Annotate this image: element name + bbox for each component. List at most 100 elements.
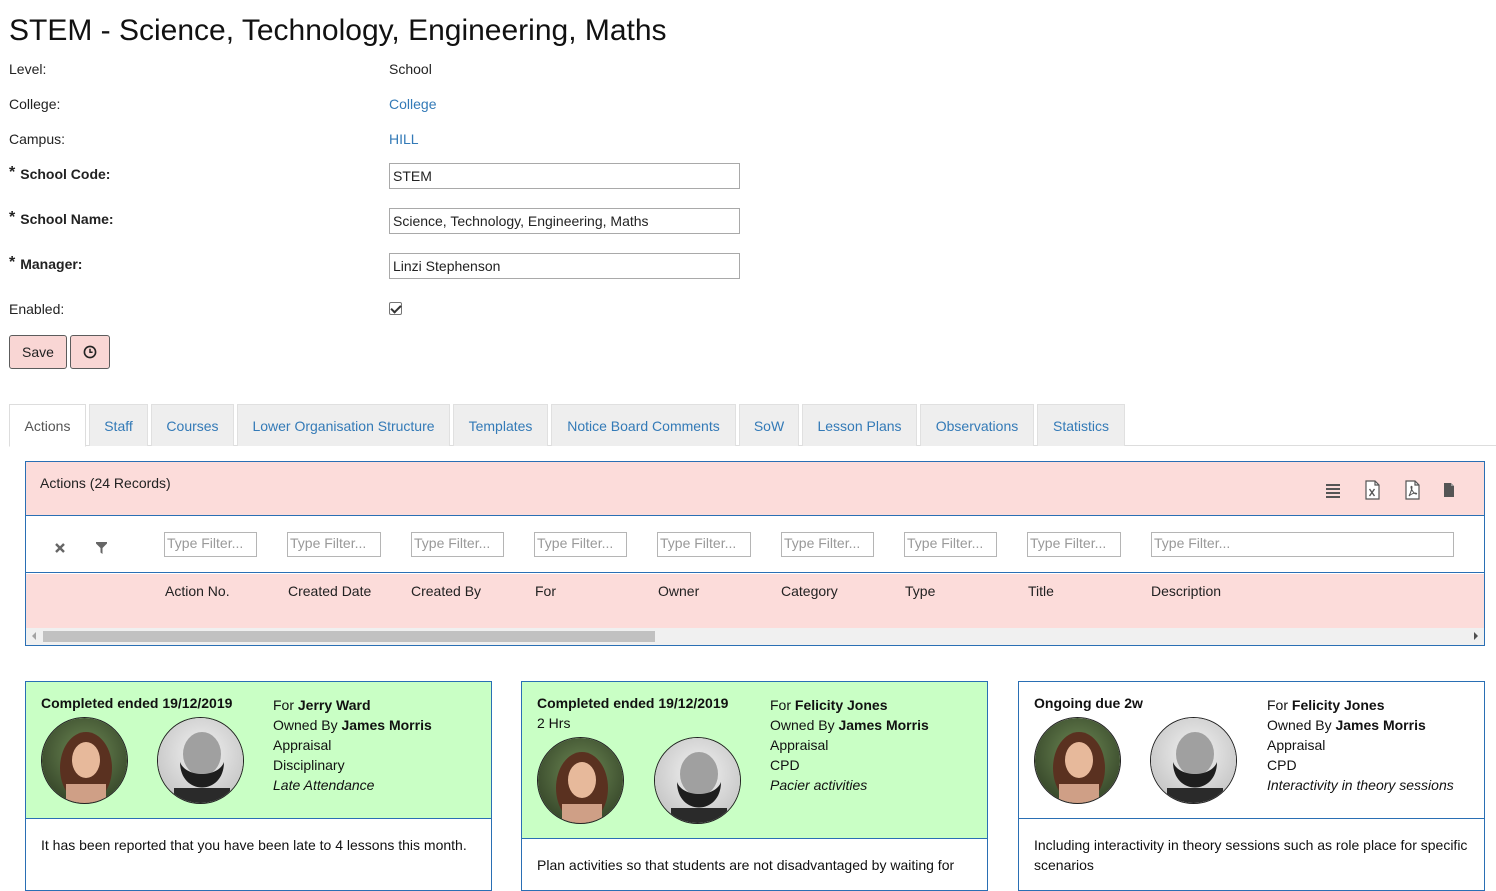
filter-title[interactable]: Type Filter... [1027,532,1121,557]
filter-category[interactable]: Type Filter... [781,532,874,557]
col-description[interactable]: Description [1151,583,1221,599]
scroll-thumb[interactable] [43,631,655,642]
campus-label: Campus: [9,131,66,147]
tab-actions[interactable]: Actions [9,404,86,447]
owner-prefix: Owned By [1267,717,1332,733]
file-export-icon[interactable] [1440,480,1458,500]
actions-grid: Actions (24 Records) Type Filter... Type [25,461,1485,646]
scroll-right-arrow[interactable] [1474,632,1478,640]
card-summary: Ongoing due 2w For Felicity Jones Owned … [1019,682,1484,819]
card-info: For Felicity Jones Owned By James Morris… [770,695,929,795]
tab-staff[interactable]: Staff [89,404,148,446]
card-status: Completed ended 19/12/2019 [537,695,729,711]
avatar [654,737,741,824]
history-button[interactable] [70,335,110,369]
owner-prefix: Owned By [770,717,835,733]
card-type: CPD [770,757,800,773]
school-code-label: * School Code: [9,164,111,184]
enabled-label: Enabled: [9,301,65,317]
action-card[interactable]: Completed ended 19/12/2019 2 Hrs For Fel… [521,681,988,891]
filter-created-date[interactable]: Type Filter... [287,532,381,557]
grid-header: Actions (24 Records) [26,462,1484,516]
card-summary: Completed ended 19/12/2019 For Jerry War… [26,682,491,819]
tab-lower-organisation-structure[interactable]: Lower Organisation Structure [237,404,450,446]
col-owner[interactable]: Owner [658,583,699,599]
action-card[interactable]: Completed ended 19/12/2019 For Jerry War… [25,681,492,891]
tab-sow[interactable]: SoW [739,404,799,446]
school-code-input[interactable] [389,163,740,189]
level-label: Level: [9,61,47,77]
campus-link[interactable]: HILL [389,131,419,147]
for-prefix: For [273,697,294,713]
avatar [157,717,244,804]
required-marker: * [9,209,16,226]
col-title[interactable]: Title [1028,583,1054,599]
card-summary: Completed ended 19/12/2019 2 Hrs For Fel… [522,682,987,839]
avatar [537,737,624,824]
column-chooser-icon[interactable] [1324,480,1342,500]
owner-name: James Morris [1335,717,1426,733]
owner-name: James Morris [838,717,929,733]
tab-notice-board-comments[interactable]: Notice Board Comments [551,404,736,446]
school-name-label-text: School Name: [20,211,114,227]
excel-export-icon[interactable] [1363,480,1381,500]
tab-courses[interactable]: Courses [151,404,234,446]
school-name-label: * School Name: [9,209,114,229]
col-created-by[interactable]: Created By [411,583,481,599]
card-type: Disciplinary [273,757,345,773]
avatar [1150,717,1237,804]
card-category: Appraisal [770,737,829,753]
filter-type[interactable]: Type Filter... [904,532,997,557]
col-category[interactable]: Category [781,583,838,599]
school-name-input[interactable] [389,208,740,234]
filter-action-no[interactable]: Type Filter... [164,532,257,557]
card-description: Plan activities so that students are not… [537,857,955,873]
manager-input[interactable] [389,253,740,279]
filter-owner[interactable]: Type Filter... [657,532,751,557]
col-created-date[interactable]: Created Date [288,583,371,599]
tab-observations[interactable]: Observations [920,404,1034,446]
manager-label: * Manager: [9,254,82,274]
col-type[interactable]: Type [905,583,935,599]
horizontal-scrollbar[interactable] [26,628,1484,645]
save-button[interactable]: Save [9,335,67,369]
avatar [41,717,128,804]
card-status: Completed ended 19/12/2019 [41,695,233,711]
card-info: For Felicity Jones Owned By James Morris… [1267,695,1454,795]
filter-row: Type Filter... Type Filter... Type Filte… [26,517,1484,573]
for-prefix: For [1267,697,1288,713]
card-category: Appraisal [1267,737,1326,753]
column-header-row: Action No. Created Date Created By For O… [26,574,1484,628]
filter-created-by[interactable]: Type Filter... [411,532,504,557]
card-title: Late Attendance [273,777,375,793]
college-link[interactable]: College [389,96,436,112]
tab-statistics[interactable]: Statistics [1037,404,1125,446]
avatar [1034,717,1121,804]
for-name: Felicity Jones [794,697,888,713]
filter-for[interactable]: Type Filter... [534,532,627,557]
col-action-no[interactable]: Action No. [165,583,230,599]
level-value: School [389,61,432,77]
tab-templates[interactable]: Templates [453,404,548,446]
pdf-export-icon[interactable] [1403,480,1421,500]
clear-filter-icon[interactable] [54,542,66,554]
grid-title: Actions (24 Records) [40,475,171,491]
card-duration: 2 Hrs [537,715,571,731]
owner-name: James Morris [341,717,432,733]
card-description: Including interactivity in theory sessio… [1034,837,1468,873]
required-marker: * [9,254,16,271]
action-card[interactable]: Ongoing due 2w For Felicity Jones Owned … [1018,681,1485,891]
filter-description[interactable]: Type Filter... [1151,532,1454,557]
card-category: Appraisal [273,737,332,753]
for-prefix: For [770,697,791,713]
clock-icon [83,345,97,359]
card-title: Interactivity in theory sessions [1267,777,1454,793]
tab-lesson-plans[interactable]: Lesson Plans [802,404,917,446]
owner-prefix: Owned By [273,717,338,733]
col-for[interactable]: For [535,583,556,599]
scroll-left-arrow[interactable] [32,632,36,640]
school-code-label-text: School Code: [20,166,111,182]
required-marker: * [9,164,16,181]
filter-icon[interactable] [95,541,108,555]
enabled-checkbox[interactable] [389,302,402,315]
